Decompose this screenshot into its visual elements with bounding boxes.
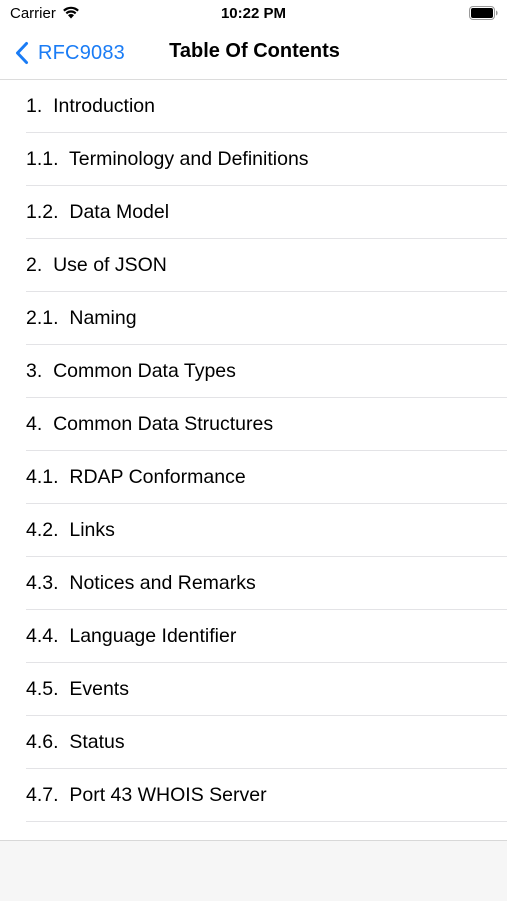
- toc-item-status[interactable]: 4.6. Status: [0, 716, 507, 769]
- toc-item-label: 2.1. Naming: [26, 307, 137, 329]
- bottom-toolbar: [0, 840, 507, 901]
- battery-icon: [469, 6, 498, 25]
- toc-item-label: 4.4. Language Identifier: [26, 625, 237, 647]
- toc-item-terminology[interactable]: 1.1. Terminology and Definitions: [0, 133, 507, 186]
- toc-item-label: 4.6. Status: [26, 731, 125, 753]
- toc-item-label: 1.1. Terminology and Definitions: [26, 148, 309, 170]
- toc-item-introduction[interactable]: 1. Introduction: [0, 80, 507, 133]
- toc-item-use-of-json[interactable]: 2. Use of JSON: [0, 239, 507, 292]
- toc-item-events[interactable]: 4.5. Events: [0, 663, 507, 716]
- toc-item-naming[interactable]: 2.1. Naming: [0, 292, 507, 345]
- toc-item-label: 4.5. Events: [26, 678, 129, 700]
- page-title: Table Of Contents: [169, 40, 340, 62]
- toc-list: 1. Introduction 1.1. Terminology and Def…: [0, 80, 507, 822]
- toc-item-label: 3. Common Data Types: [26, 360, 236, 382]
- navigation-bar: RFC9083 Table Of Contents: [0, 28, 507, 80]
- toc-item-language-identifier[interactable]: 4.4. Language Identifier: [0, 610, 507, 663]
- toc-item-port-43-whois-server[interactable]: 4.7. Port 43 WHOIS Server: [0, 769, 507, 822]
- toc-item-common-data-types[interactable]: 3. Common Data Types: [0, 345, 507, 398]
- status-bar: Carrier 10:22 PM: [0, 0, 507, 28]
- toc-item-label: 4. Common Data Structures: [26, 413, 274, 435]
- toc-item-rdap-conformance[interactable]: 4.1. RDAP Conformance: [0, 451, 507, 504]
- toc-item-label: 2. Use of JSON: [26, 254, 167, 276]
- toc-item-label: 1.2. Data Model: [26, 201, 170, 223]
- clock-time: 10:22 PM: [220, 5, 287, 22]
- toc-item-common-data-structures[interactable]: 4. Common Data Structures: [0, 398, 507, 451]
- toc-item-links[interactable]: 4.2. Links: [0, 504, 507, 557]
- toc-item-notices-and-remarks[interactable]: 4.3. Notices and Remarks: [0, 557, 507, 610]
- toc-item-label: 4.7. Port 43 WHOIS Server: [26, 784, 267, 806]
- toc-item-label: 4.3. Notices and Remarks: [26, 572, 256, 594]
- toc-item-label: 4.2. Links: [26, 519, 115, 541]
- toc-item-data-model[interactable]: 1.2. Data Model: [0, 186, 507, 239]
- toc-item-label: 1. Introduction: [26, 95, 155, 117]
- toc-item-label: 4.1. RDAP Conformance: [26, 466, 246, 488]
- row-separator: [26, 821, 507, 822]
